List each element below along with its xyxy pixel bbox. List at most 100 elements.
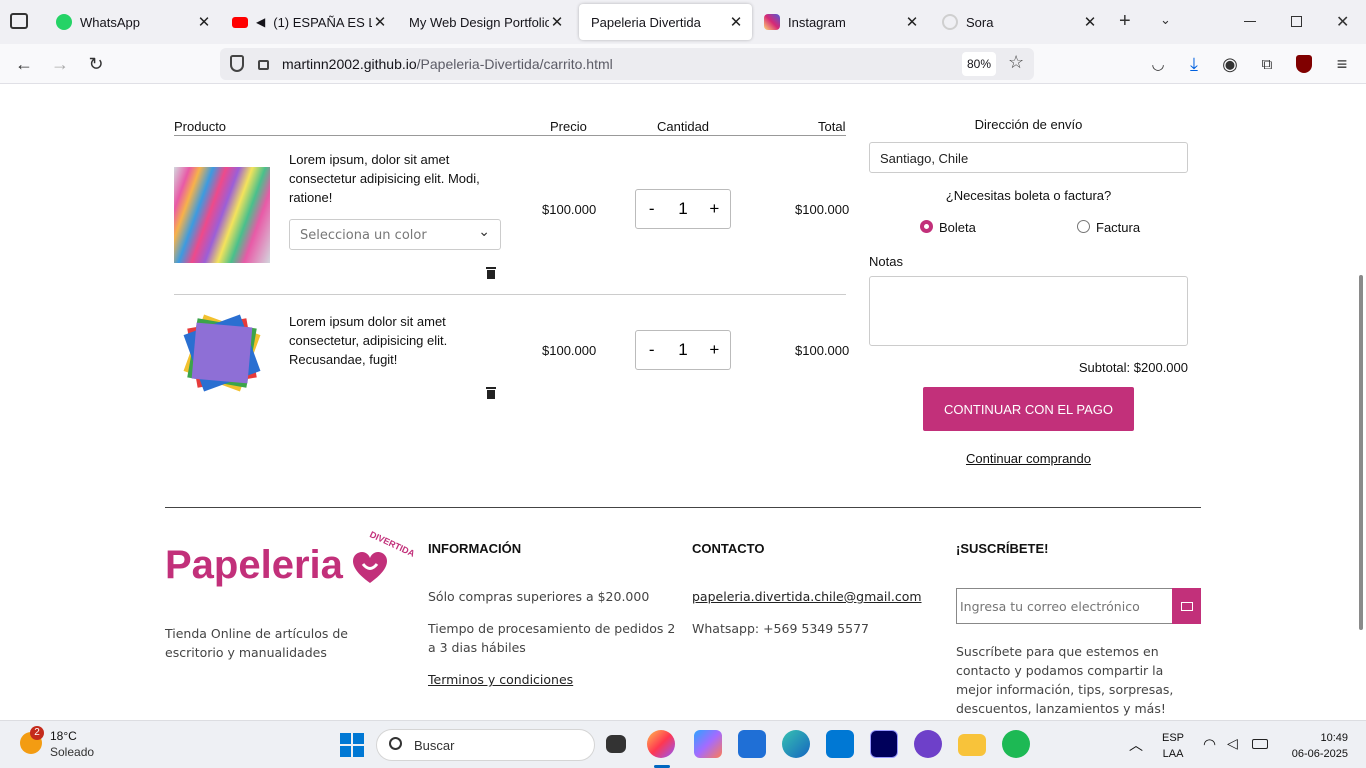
new-tab-icon[interactable]: + — [1119, 10, 1131, 33]
row-divider — [174, 294, 846, 295]
tab-instagram[interactable]: Instagram ✕ — [752, 4, 928, 40]
wifi-icon[interactable]: ◠ — [1203, 735, 1216, 753]
continue-shopping-link[interactable]: Continuar comprando — [869, 451, 1188, 466]
tab-papeleria[interactable]: Papeleria Divertida ✕ — [579, 4, 752, 40]
pocket-icon[interactable]: ◡ — [1144, 50, 1172, 78]
chevron-up-icon[interactable]: ︿ — [1129, 735, 1143, 755]
taskbar-search[interactable]: Buscar — [376, 729, 595, 761]
speaker-icon[interactable]: ◀ — [256, 15, 265, 29]
trash-icon[interactable] — [485, 266, 499, 280]
product-name[interactable]: Lorem ipsum dolor sit amet consectetur, … — [289, 312, 489, 369]
page-scrollbar[interactable] — [1359, 275, 1363, 630]
product-price: $100.000 — [542, 343, 597, 358]
edge-icon[interactable] — [782, 730, 810, 758]
tab-title: Sora — [966, 14, 994, 30]
close-window-icon[interactable]: ✕ — [1336, 12, 1349, 32]
quantity-stepper: - 1 + — [635, 189, 731, 229]
ublock-icon[interactable] — [1290, 50, 1318, 78]
language-code: ESP — [1162, 732, 1185, 744]
address-input[interactable]: Santiago, Chile — [869, 142, 1188, 173]
increment-button[interactable]: + — [704, 199, 724, 219]
minimize-icon[interactable] — [1244, 21, 1256, 22]
terms-link[interactable]: Terminos y condiciones — [428, 670, 573, 689]
menu-icon[interactable]: ≡ — [1328, 50, 1356, 78]
instagram-icon — [764, 14, 780, 30]
downloads-icon[interactable]: ⤓ — [1180, 50, 1208, 78]
increment-button[interactable]: + — [704, 340, 724, 360]
site-logo[interactable]: Papeleria DIVERTIDA — [165, 529, 416, 594]
clock-time: 10:49 — [1320, 732, 1348, 744]
radio-factura[interactable] — [1077, 220, 1090, 233]
decrement-button[interactable]: - — [642, 199, 662, 219]
github-icon[interactable] — [914, 730, 942, 758]
product-image[interactable] — [182, 313, 262, 393]
bookmark-star-icon[interactable]: ☆ — [1008, 52, 1024, 73]
firefox-icon[interactable] — [647, 730, 675, 758]
quantity-value[interactable]: 1 — [673, 340, 693, 360]
subscribe-description: Suscríbete para que estemos en contacto … — [956, 644, 1174, 716]
spotify-icon[interactable] — [1002, 730, 1030, 758]
close-tab-icon[interactable]: ✕ — [196, 13, 212, 31]
store-icon[interactable] — [738, 730, 766, 758]
account-icon[interactable]: ◉ — [1216, 50, 1244, 78]
forward-icon[interactable]: → — [46, 50, 74, 78]
lock-icon[interactable] — [258, 60, 269, 70]
clock[interactable]: 10:49 06-06-2025 — [1280, 730, 1348, 762]
tab-sora[interactable]: Sora ✕ — [930, 4, 1106, 40]
close-tab-icon[interactable]: ✕ — [549, 13, 565, 31]
copilot-icon[interactable] — [694, 730, 722, 758]
quantity-stepper: - 1 + — [635, 330, 731, 370]
weather-widget[interactable]: 2 18°C Soleado — [18, 726, 128, 763]
vscode-icon[interactable] — [826, 730, 854, 758]
heart-icon — [353, 552, 387, 583]
subscribe-email-input[interactable] — [956, 588, 1173, 624]
quantity-value[interactable]: 1 — [673, 199, 693, 219]
taskbar: 2 18°C Soleado Buscar ︿ ESP LAA ◠ ◁ 10:4… — [0, 720, 1366, 768]
product-name[interactable]: Lorem ipsum, dolor sit amet consectetur … — [289, 150, 489, 207]
restore-icon[interactable] — [1291, 16, 1302, 27]
sora-icon — [942, 14, 958, 30]
windows-start-icon[interactable] — [340, 733, 364, 757]
zoom-level[interactable]: 80% — [962, 52, 996, 76]
tab-youtube[interactable]: ◀ (1) ESPAÑA ES LA ✕ — [220, 4, 396, 40]
volume-icon[interactable]: ◁ — [1227, 735, 1238, 752]
url-text[interactable]: martinn2002.github.io/Papeleria-Divertid… — [282, 56, 613, 72]
close-tab-icon[interactable]: ✕ — [1082, 13, 1098, 31]
notes-textarea[interactable] — [869, 276, 1188, 346]
color-select[interactable]: Selecciona un color ⌄ — [289, 219, 501, 250]
radio-boleta[interactable] — [920, 220, 933, 233]
product-image[interactable] — [174, 167, 270, 263]
url-bar[interactable]: martinn2002.github.io/Papeleria-Divertid… — [220, 48, 1034, 80]
tab-portfolio[interactable]: My Web Design Portfolio ✕ — [397, 4, 573, 40]
tab-title: Instagram — [788, 14, 846, 30]
extensions-icon[interactable]: ⧉ — [1253, 50, 1281, 78]
close-tab-icon[interactable]: ✕ — [904, 13, 920, 31]
close-tab-icon[interactable]: ✕ — [372, 13, 388, 31]
list-tabs-icon[interactable]: ⌄ — [1160, 12, 1171, 28]
chevron-down-icon: ⌄ — [478, 224, 490, 240]
color-select-value: Selecciona un color — [300, 228, 427, 243]
trash-icon[interactable] — [485, 386, 499, 400]
task-view-icon[interactable] — [606, 735, 626, 753]
audition-icon[interactable] — [870, 730, 898, 758]
whatsapp-icon — [56, 14, 72, 30]
product-total: $100.000 — [795, 202, 850, 217]
continue-payment-button[interactable]: CONTINUAR CON EL PAGO — [923, 387, 1134, 431]
invoice-question: ¿Necesitas boleta o factura? — [945, 188, 1112, 203]
tab-overview-icon[interactable] — [10, 13, 28, 29]
decrement-button[interactable]: - — [642, 340, 662, 360]
radio-boleta-label[interactable]: Boleta — [939, 220, 976, 235]
back-icon[interactable]: ← — [10, 50, 38, 78]
battery-icon[interactable] — [1252, 739, 1268, 749]
tab-whatsapp[interactable]: WhatsApp ✕ — [44, 4, 220, 40]
reload-icon[interactable]: ↻ — [82, 50, 110, 78]
contact-email-link[interactable]: papeleria.divertida.chile@gmail.com — [692, 587, 922, 606]
info-processing-time: Tiempo de procesamiento de pedidos 2 a 3… — [428, 621, 676, 655]
close-tab-icon[interactable]: ✕ — [728, 13, 744, 31]
tab-title: Papeleria Divertida — [591, 14, 701, 30]
file-explorer-icon[interactable] — [958, 734, 986, 756]
subscribe-button[interactable] — [1172, 588, 1201, 624]
shield-icon[interactable] — [230, 55, 244, 72]
radio-factura-label[interactable]: Factura — [1096, 220, 1140, 235]
language-indicator[interactable]: ESP LAA — [1162, 730, 1184, 762]
